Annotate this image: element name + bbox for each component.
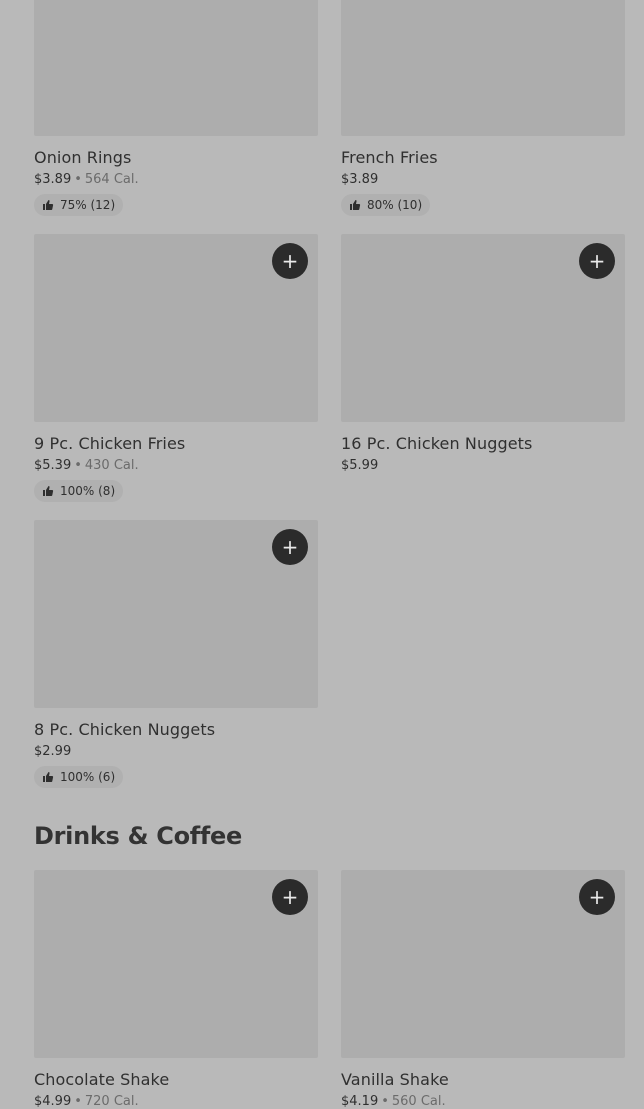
item-price: $3.89 xyxy=(341,172,379,187)
rating-badge: 100% (6) xyxy=(34,766,124,788)
separator: • xyxy=(74,1094,82,1109)
menu-item-card[interactable]: + Vanilla Shake $4.19 • 560 Cal. xyxy=(341,870,625,1109)
thumbs-up-icon xyxy=(43,486,54,496)
add-to-cart-button[interactable]: + xyxy=(272,879,308,915)
item-name: Onion Rings xyxy=(34,148,132,167)
add-to-cart-button[interactable]: + xyxy=(272,243,308,279)
menu-item-card[interactable]: Onion Rings $3.89 • 564 Cal. 75% (12) xyxy=(34,0,318,216)
add-to-cart-button[interactable]: + xyxy=(579,879,615,915)
item-meta: $2.99 xyxy=(34,744,318,759)
plus-icon: + xyxy=(281,885,299,909)
thumbs-up-icon xyxy=(350,200,361,210)
item-meta: $4.99 • 720 Cal. xyxy=(34,1094,318,1109)
item-name: French Fries xyxy=(341,148,438,167)
item-price: $5.39 xyxy=(34,458,72,473)
item-meta: $3.89 xyxy=(341,172,625,187)
section-title: Drinks & Coffee xyxy=(34,822,242,850)
item-name: 16 Pc. Chicken Nuggets xyxy=(341,434,533,453)
item-name: Vanilla Shake xyxy=(341,1070,449,1089)
item-image: + xyxy=(34,234,318,422)
rating-text: 100% (8) xyxy=(60,484,116,498)
thumbs-up-icon xyxy=(43,200,54,210)
item-calories: 720 Cal. xyxy=(84,1094,139,1109)
menu-item-card[interactable]: French Fries $3.89 80% (10) xyxy=(341,0,625,216)
item-calories: 564 Cal. xyxy=(84,172,139,187)
item-price: $4.99 xyxy=(34,1094,72,1109)
item-image xyxy=(34,0,318,136)
rating-badge: 75% (12) xyxy=(34,194,124,216)
rating-badge: 80% (10) xyxy=(341,194,431,216)
item-meta: $3.89 • 564 Cal. xyxy=(34,172,318,187)
item-price: $3.89 xyxy=(34,172,72,187)
item-price: $5.99 xyxy=(341,458,379,473)
menu-item-card[interactable]: + 9 Pc. Chicken Fries $5.39 • 430 Cal. 100… xyxy=(34,234,318,502)
add-to-cart-button[interactable]: + xyxy=(579,243,615,279)
item-image: + xyxy=(34,870,318,1058)
thumbs-up-icon xyxy=(43,772,54,782)
item-name: 8 Pc. Chicken Nuggets xyxy=(34,720,216,739)
plus-icon: + xyxy=(281,535,299,559)
add-to-cart-button[interactable]: + xyxy=(272,529,308,565)
item-meta: $5.99 xyxy=(341,458,625,473)
separator: • xyxy=(381,1094,389,1109)
plus-icon: + xyxy=(588,885,606,909)
item-meta: $4.19 • 560 Cal. xyxy=(341,1094,625,1109)
item-image: + xyxy=(341,234,625,422)
item-image: + xyxy=(341,870,625,1058)
rating-badge: 100% (8) xyxy=(34,480,124,502)
item-calories: 560 Cal. xyxy=(391,1094,446,1109)
item-meta: $5.39 • 430 Cal. xyxy=(34,458,318,473)
separator: • xyxy=(74,172,82,187)
item-calories: 430 Cal. xyxy=(84,458,139,473)
menu-item-card[interactable]: + 8 Pc. Chicken Nuggets $2.99 100% (6) xyxy=(34,520,318,788)
item-name: 9 Pc. Chicken Fries xyxy=(34,434,186,453)
item-image xyxy=(341,0,625,136)
rating-text: 75% (12) xyxy=(60,198,116,212)
separator: • xyxy=(74,458,82,473)
item-image: + xyxy=(34,520,318,708)
rating-text: 100% (6) xyxy=(60,770,116,784)
item-price: $2.99 xyxy=(34,744,72,759)
menu-item-card[interactable]: + Chocolate Shake $4.99 • 720 Cal. xyxy=(34,870,318,1109)
item-price: $4.19 xyxy=(341,1094,379,1109)
plus-icon: + xyxy=(281,249,299,273)
item-name: Chocolate Shake xyxy=(34,1070,170,1089)
menu-item-card[interactable]: + 16 Pc. Chicken Nuggets $5.99 xyxy=(341,234,625,473)
plus-icon: + xyxy=(588,249,606,273)
rating-text: 80% (10) xyxy=(367,198,423,212)
